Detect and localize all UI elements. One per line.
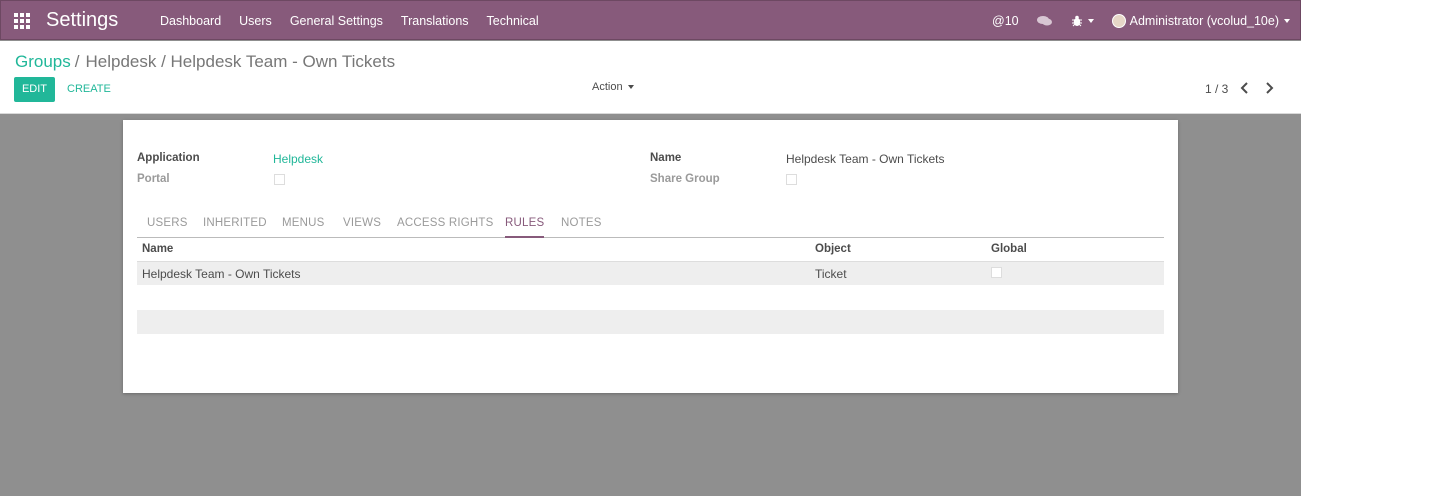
pager-previous-icon[interactable] <box>1239 81 1251 95</box>
pager-value: 1 / 3 <box>1205 82 1229 96</box>
action-label: Action <box>592 81 623 93</box>
share-group-label: Share Group <box>650 173 720 185</box>
top-navbar: Settings Dashboard Users General Setting… <box>0 0 1301 40</box>
row-global-checkbox <box>991 267 1002 278</box>
user-name: Administrator (vcolud_10e) <box>1129 14 1279 28</box>
tab-inherited[interactable]: INHERITED <box>203 217 267 237</box>
avatar <box>1111 14 1126 28</box>
debug-bug-icon[interactable] <box>1071 15 1094 27</box>
row-name: Helpdesk Team - Own Tickets <box>142 267 301 281</box>
table-footer <box>137 310 1164 334</box>
pager-next-icon[interactable] <box>1263 81 1275 95</box>
app-window: Settings Dashboard Users General Setting… <box>0 0 1301 496</box>
tab-users[interactable]: USERS <box>147 217 188 237</box>
column-global[interactable]: Global <box>991 243 1027 255</box>
tab-views[interactable]: VIEWS <box>343 217 381 237</box>
app-title: Settings <box>46 9 119 31</box>
control-panel: Groups / Helpdesk / Helpdesk Team - Own Ti… <box>0 41 1301 114</box>
name-label: Name <box>650 152 682 164</box>
mentions-counter[interactable]: @10 <box>992 14 1019 28</box>
column-object[interactable]: Object <box>815 243 851 255</box>
menu-dashboard[interactable]: Dashboard <box>151 1 230 41</box>
portal-label: Portal <box>137 173 170 185</box>
rules-table-header: Name Object Global <box>137 238 1164 262</box>
tab-notes[interactable]: NOTES <box>561 217 602 237</box>
action-dropdown[interactable]: Action <box>592 81 634 93</box>
table-row[interactable]: Helpdesk Team - Own Tickets Ticket <box>137 262 1164 285</box>
row-object: Ticket <box>815 267 847 281</box>
menu-users[interactable]: Users <box>230 1 281 41</box>
menu-translations[interactable]: Translations <box>392 1 478 41</box>
application-label: Application <box>137 152 200 164</box>
edit-button[interactable]: EDIT <box>14 77 55 102</box>
name-value: Helpdesk Team - Own Tickets <box>786 152 945 166</box>
tab-rules[interactable]: RULES <box>505 217 545 238</box>
main-menu: Dashboard Users General Settings Transla… <box>151 1 548 41</box>
tab-access-rights[interactable]: ACCESS RIGHTS <box>397 217 494 237</box>
column-name[interactable]: Name <box>142 243 173 255</box>
chevron-down-icon <box>627 85 634 90</box>
notebook-tabs: USERS INHERITED MENUS VIEWS ACCESS RIGHT… <box>137 217 1164 238</box>
apps-grid-icon[interactable] <box>14 13 30 29</box>
breadcrumb: Groups / Helpdesk / Helpdesk Team - Own Ti… <box>15 52 395 72</box>
breadcrumb-separator: / <box>74 52 80 71</box>
share-group-checkbox[interactable] <box>786 174 797 185</box>
portal-checkbox[interactable] <box>274 174 285 185</box>
systray: @10 Administrator (vcolud_10e) <box>974 1 1290 41</box>
user-menu[interactable]: Administrator (vcolud_10e) <box>1111 14 1290 28</box>
create-button[interactable]: CREATE <box>67 77 111 102</box>
chat-icon[interactable] <box>1036 15 1053 27</box>
breadcrumb-current: Helpdesk / Helpdesk Team - Own Tickets <box>85 52 396 71</box>
application-value-link[interactable]: Helpdesk <box>273 152 323 166</box>
breadcrumb-groups-link[interactable]: Groups <box>15 52 71 71</box>
form-sheet: Application Helpdesk Portal Name Helpdes… <box>123 120 1178 393</box>
menu-general-settings[interactable]: General Settings <box>281 1 392 41</box>
chevron-down-icon <box>1284 19 1290 23</box>
tab-menus[interactable]: MENUS <box>282 217 325 237</box>
menu-technical[interactable]: Technical <box>478 1 548 41</box>
